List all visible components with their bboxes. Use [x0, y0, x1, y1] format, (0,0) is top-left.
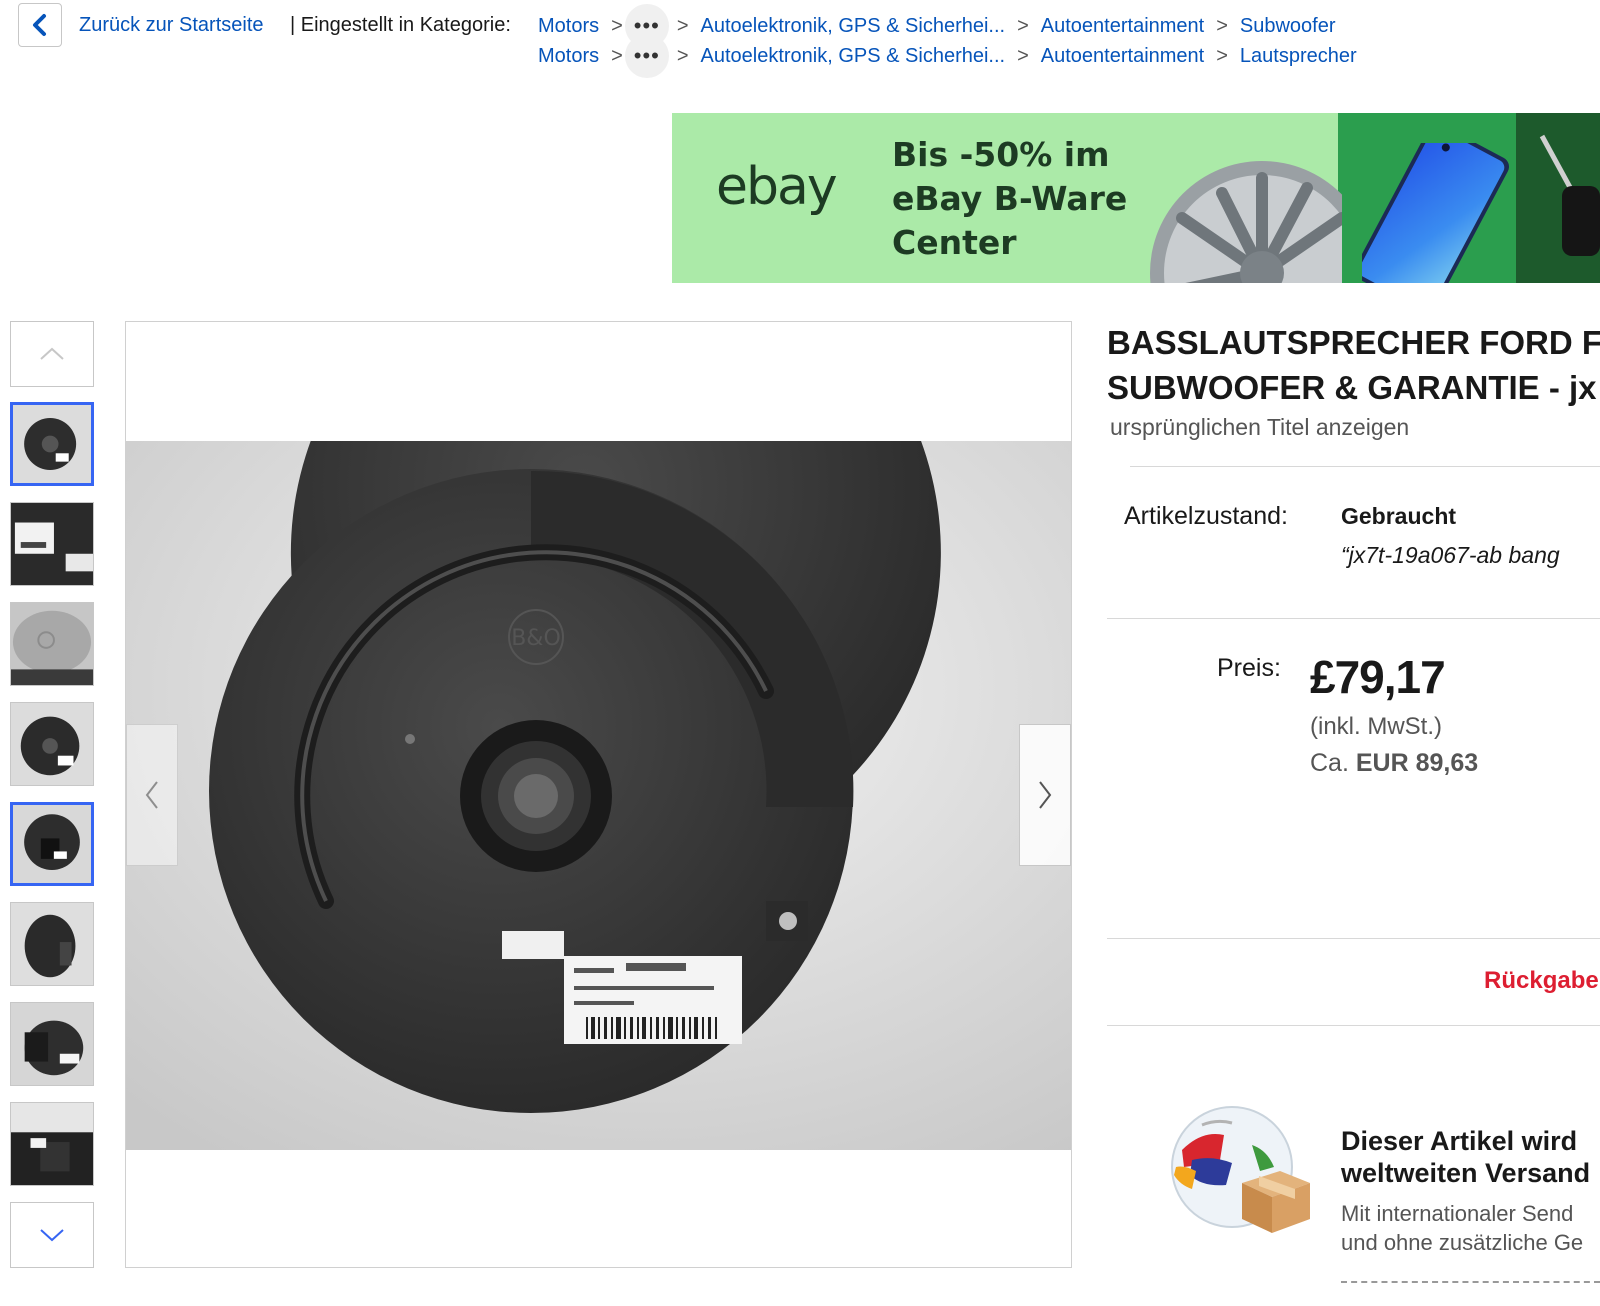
chevron-right-icon: > [611, 14, 623, 37]
thumbnail-5[interactable] [10, 802, 94, 886]
crumb-subwoofer[interactable]: Subwoofer [1240, 15, 1336, 38]
condition-note: “jx7t-19a067-ab bang [1341, 542, 1560, 568]
thumbnail-image [11, 1103, 93, 1185]
divider [1130, 466, 1600, 467]
chevron-right-icon: > [1216, 14, 1228, 37]
promo-text: Bis -50% im eBay B-Ware Center [892, 135, 1128, 262]
phone-image [1362, 143, 1510, 283]
crumb-autoelektronik[interactable]: Autoelektronik, GPS & Sicherhei... [701, 45, 1006, 68]
previous-image-button[interactable] [126, 724, 178, 866]
thumbnail-image [11, 603, 93, 685]
chevron-right-icon: > [676, 44, 689, 67]
chevron-down-icon [40, 1229, 64, 1242]
chevron-right-icon [1039, 781, 1052, 809]
dashed-divider [1341, 1281, 1600, 1283]
returns-label[interactable]: Rückgabe [1484, 967, 1599, 995]
price-vat-note: (inkl. MwSt.) [1310, 713, 1442, 740]
thumbnail-3[interactable] [10, 602, 94, 686]
thumbnail-image [13, 805, 91, 883]
breadcrumb-row-2: Motors > ••• > Autoelektronik, GPS & Sic… [538, 34, 1357, 78]
thumbnails-up-button[interactable] [10, 321, 94, 387]
svg-text:B&O: B&O [511, 626, 561, 651]
chevron-right-icon: > [611, 44, 623, 67]
thumbnail-8[interactable] [10, 1102, 94, 1186]
chevron-right-icon: > [676, 14, 689, 37]
thumbnails-down-button[interactable] [10, 1202, 94, 1268]
thumbnail-1[interactable] [10, 402, 94, 486]
divider [1107, 938, 1600, 939]
listing-title: BASSLAUTSPRECHER FORD F SUBWOOFER & GARA… [1107, 324, 1600, 406]
back-button[interactable] [18, 3, 62, 47]
thumbnail-4[interactable] [10, 702, 94, 786]
price-label: Preis: [1217, 654, 1281, 682]
thumbnail-image [11, 703, 93, 785]
thumbnail-image [13, 405, 91, 483]
price-converted: Ca. EUR 89,63 [1310, 749, 1479, 777]
crumb-motors[interactable]: Motors [538, 15, 599, 38]
back-to-home-link[interactable]: Zurück zur Startseite [79, 14, 264, 37]
main-product-image[interactable]: B&O [125, 321, 1072, 1268]
show-original-title-link[interactable]: ursprünglichen Titel anzeigen [1110, 414, 1409, 441]
subwoofer-photo: B&O [126, 441, 1071, 1150]
promo-banner[interactable]: ebay Bis -50% im eBay B-Ware Center [672, 113, 1600, 283]
shipping-title: Dieser Artikel wird weltweiten Versand [1341, 1126, 1591, 1188]
crumb-autoelektronik[interactable]: Autoelektronik, GPS & Sicherhei... [701, 15, 1006, 38]
chevron-right-icon: > [1017, 44, 1029, 67]
chevron-up-icon [40, 347, 64, 360]
thumbnail-image [11, 503, 93, 585]
crumb-motors[interactable]: Motors [538, 45, 599, 68]
thumbnail-7[interactable] [10, 1002, 94, 1086]
divider [1107, 618, 1600, 619]
crumb-autoentertainment[interactable]: Autoentertainment [1041, 45, 1204, 68]
thumbnail-image [11, 1003, 93, 1085]
thumbnail-image [11, 903, 93, 985]
thumbnail-6[interactable] [10, 902, 94, 986]
chevron-right-icon: > [1017, 14, 1029, 37]
chevron-right-icon: > [1216, 44, 1228, 67]
global-shipping-icon [1171, 1106, 1310, 1233]
condition-value: Gebraucht [1341, 503, 1457, 529]
key-image [1539, 134, 1600, 256]
price-value: £79,17 [1310, 651, 1446, 703]
thumbnail-2[interactable] [10, 502, 94, 586]
chevron-left-icon [145, 781, 158, 809]
shipping-subtitle: Mit internationaler Send und ohne zusätz… [1341, 1201, 1584, 1255]
crumb-autoentertainment[interactable]: Autoentertainment [1041, 15, 1204, 38]
category-label: | Eingestellt in Kategorie: [290, 14, 511, 36]
divider [1107, 1025, 1600, 1026]
crumb-lautsprecher[interactable]: Lautsprecher [1240, 45, 1357, 68]
wheel-image [1150, 161, 1342, 283]
chevron-left-icon [33, 14, 46, 36]
more-icon[interactable]: ••• [624, 34, 669, 78]
condition-label: Artikelzustand: [1124, 502, 1288, 530]
next-image-button[interactable] [1019, 724, 1071, 866]
ebay-logo: ebay [716, 157, 838, 217]
